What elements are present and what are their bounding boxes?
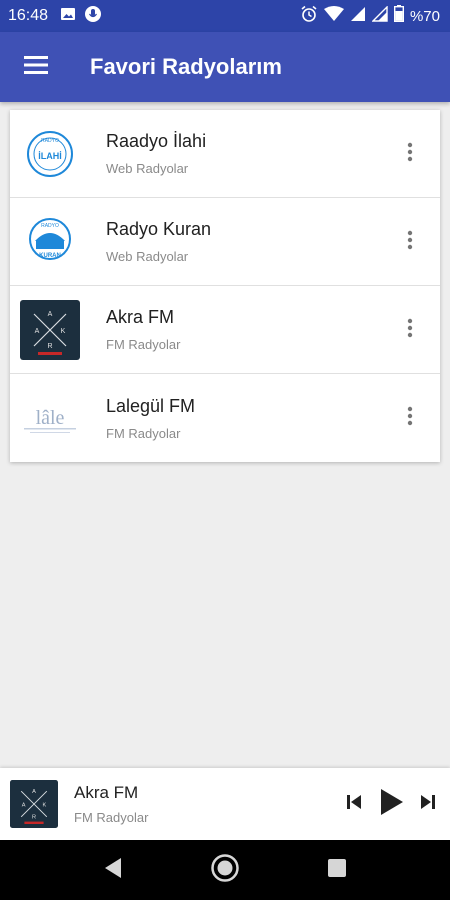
alarm-icon [300,5,318,28]
svg-text:RADYO: RADYO [41,223,59,229]
svg-text:A: A [32,789,36,795]
more-options-button[interactable] [396,228,424,256]
station-category: Web Radyolar [106,249,189,264]
more-options-button[interactable] [396,404,424,432]
player-subtitle: FM Radyolar [74,810,149,825]
station-logo: A A K R [20,299,80,360]
svg-text:A: A [35,328,40,335]
wifi-icon [323,5,344,27]
player-station-logo: A A K R [10,780,58,828]
image-icon [60,6,76,27]
station-category: FM Radyolar [106,337,181,352]
more-vert-icon[interactable] [407,230,413,255]
more-vert-icon[interactable] [407,406,413,431]
signal-icon [371,4,388,27]
station-title: Radyo Kuran [106,219,212,239]
mini-player[interactable]: A A K R Akra FM FM Radyolar [0,768,450,840]
list-item[interactable]: A A K R Akra FM FM Radyolar [10,286,440,374]
mic-icon [84,5,102,28]
skip-next-icon[interactable] [418,792,438,817]
station-logo: RADYO KURAN [20,212,80,272]
svg-text:lâle: lâle [36,407,65,429]
status-time: 16:48 [8,7,49,24]
list-item[interactable]: RADYO İLAHİ Raadyo İlahi Web Radyolar [10,110,440,198]
home-icon[interactable] [210,853,240,888]
station-title: Lalegül FM [106,395,196,416]
more-options-button[interactable] [396,316,424,344]
menu-button[interactable] [0,32,72,102]
player-title: Akra FM [74,783,139,802]
back-icon[interactable] [103,857,123,884]
svg-text:RADYO: RADYO [41,138,59,144]
station-title: Akra FM [106,307,175,327]
station-title: Raadyo İlahi [106,131,207,151]
skip-previous-button[interactable] [344,792,364,817]
status-bar: 16:48 %70 [0,0,450,32]
svg-text:İLAHİ: İLAHİ [38,151,62,161]
app-bar: Favori Radyolarım [0,32,450,102]
svg-text:A: A [48,311,53,318]
station-logo: lâle [20,388,80,448]
more-options-button[interactable] [396,140,424,168]
play-button[interactable] [378,788,404,821]
hamburger-menu-icon[interactable] [24,55,48,80]
battery-percent: %70 [409,7,440,25]
more-vert-icon[interactable] [407,318,413,343]
recents-icon[interactable] [327,858,347,883]
svg-text:R: R [47,343,52,350]
svg-text:K: K [61,328,66,335]
skip-previous-icon[interactable] [344,792,364,817]
skip-next-button[interactable] [418,792,438,817]
svg-text:KURAN: KURAN [39,253,61,259]
svg-text:R: R [32,814,36,820]
page-title: Favori Radyolarım [90,54,282,79]
list-item[interactable]: RADYO KURAN Radyo Kuran Web Radyolar [10,198,440,286]
svg-text:A: A [22,802,26,808]
station-logo: RADYO İLAHİ [20,124,80,184]
signal-icon [350,6,366,27]
navigation-bar [0,840,450,900]
svg-text:K: K [43,802,47,808]
station-category: FM Radyolar [106,425,181,441]
station-category: Web Radyolar [106,161,189,176]
more-vert-icon[interactable] [407,142,413,167]
list-item[interactable]: lâle Lalegül FM FM Radyolar [10,374,440,462]
favorites-list: RADYO İLAHİ Raadyo İlahi Web Radyolar RA… [10,110,440,462]
battery-icon [393,5,404,27]
play-icon[interactable] [378,788,404,821]
